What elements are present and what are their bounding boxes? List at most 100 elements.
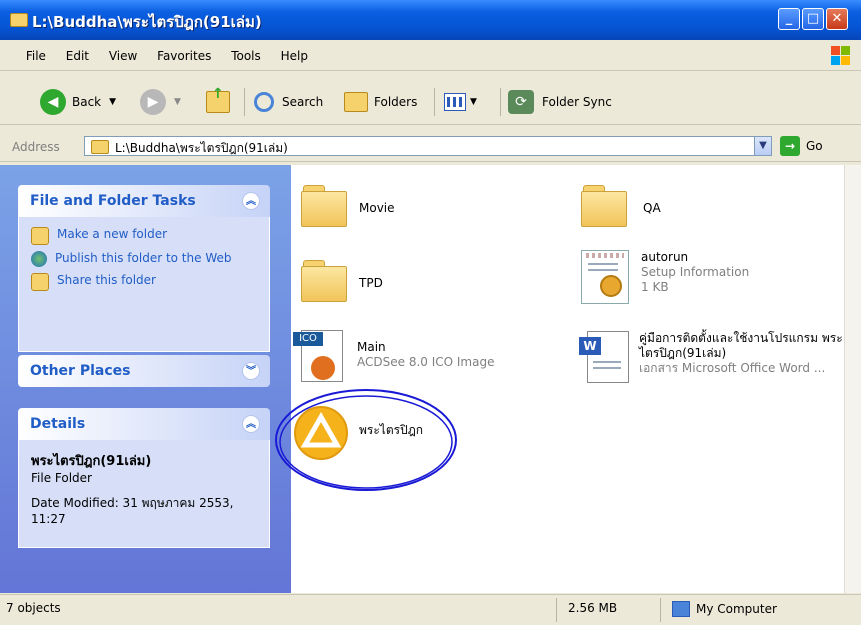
menu-bar: File Edit View Favorites Tools Help (0, 44, 861, 71)
details-date: Date Modified: 31 พฤษภาคม 2553, 11:27 (31, 496, 234, 526)
status-divider (556, 598, 557, 622)
file-name: QA (643, 201, 661, 215)
panel-body: Make a new folder Publish this folder to… (18, 217, 270, 352)
task-make-new-folder[interactable]: Make a new folder (31, 227, 257, 245)
panel-header[interactable]: Details ︽ (18, 408, 270, 440)
vertical-scrollbar[interactable] (844, 165, 861, 593)
folder-icon (301, 185, 351, 229)
file-name: คู่มือการติดตั้งและใช้งานโปรแกรม พระไตรป… (639, 331, 843, 360)
folder-icon (91, 140, 109, 154)
status-size: 2.56 MB (568, 601, 618, 615)
file-item-main[interactable]: ICO Main ACDSee 8.0 ICO Image (293, 330, 494, 382)
folders-label: Folders (374, 95, 418, 109)
go-label: Go (806, 139, 823, 153)
ico-image-icon: ICO (293, 330, 349, 382)
panel-body: พระไตรปิฎก(91เล่ม) File Folder Date Modi… (18, 440, 270, 548)
task-pane: File and Folder Tasks ︽ Make a new folde… (0, 165, 291, 593)
panel-title: Details (30, 416, 86, 432)
close-button[interactable]: ✕ (826, 8, 848, 30)
views-dropdown-icon: ▼ (470, 97, 477, 107)
status-object-count: 7 objects (6, 601, 61, 615)
menu-view[interactable]: View (101, 44, 145, 68)
toolbar-separator (500, 88, 501, 116)
file-name: Main (357, 340, 386, 354)
forward-dropdown-icon: ▼ (174, 97, 181, 107)
expand-chevron-icon[interactable]: ︾ (242, 362, 260, 380)
panel-title: Other Places (30, 363, 131, 379)
collapse-chevron-icon[interactable]: ︽ (242, 192, 260, 210)
views-icon (444, 93, 466, 111)
menu-file[interactable]: File (18, 44, 54, 68)
task-label: Share this folder (57, 273, 156, 287)
globe-icon (31, 251, 47, 267)
setup-information-icon (581, 250, 629, 304)
task-share-folder[interactable]: Share this folder (31, 273, 257, 291)
collapse-chevron-icon[interactable]: ︽ (242, 415, 260, 433)
annotation-circle (275, 389, 457, 491)
menu-edit[interactable]: Edit (58, 44, 97, 68)
file-meta: คู่มือการติดตั้งและใช้งานโปรแกรม พระไตรป… (639, 331, 849, 376)
folders-button[interactable]: Folders (344, 88, 417, 116)
toolbar-separator (434, 88, 435, 116)
new-folder-icon (31, 227, 49, 245)
ico-badge: ICO (293, 332, 323, 346)
file-name: TPD (359, 276, 383, 290)
back-dropdown-icon: ▼ (109, 97, 117, 107)
details-name: พระไตรปิฎก(91เล่ม) (31, 454, 152, 469)
address-input[interactable]: L:\Buddha\พระไตรปิฎก(91เล่ม) ▼ (84, 136, 772, 156)
file-item-autorun[interactable]: autorun Setup Information 1 KB (581, 250, 749, 304)
file-size: 1 KB (641, 280, 669, 294)
folder-icon (301, 260, 351, 304)
go-arrow-icon: → (780, 136, 800, 156)
address-dropdown-icon[interactable]: ▼ (754, 137, 771, 155)
details-type: File Folder (31, 471, 92, 485)
forward-button[interactable]: ▶ ▼ (140, 88, 181, 116)
menu-favorites[interactable]: Favorites (149, 44, 219, 68)
panel-header[interactable]: File and Folder Tasks ︽ (18, 185, 270, 217)
address-value: L:\Buddha\พระไตรปิฎก(91เล่ม) (115, 141, 288, 155)
back-button[interactable]: ◀ Back ▼ (40, 88, 116, 116)
file-meta: autorun Setup Information 1 KB (641, 250, 749, 295)
search-icon (254, 92, 274, 112)
go-button[interactable]: → Go (780, 136, 823, 156)
minimize-button[interactable]: _ (778, 8, 800, 30)
file-list[interactable]: Movie QA TPD autorun Setup Information 1… (275, 165, 844, 593)
up-folder-button[interactable]: ↑ (206, 86, 230, 116)
forward-arrow-icon: ▶ (140, 89, 166, 115)
folder-sync-label: Folder Sync (542, 95, 612, 109)
task-publish-folder[interactable]: Publish this folder to the Web (31, 251, 257, 267)
window-title: L:\Buddha\พระไตรปิฎก(91เล่ม) (32, 13, 262, 31)
file-type: Setup Information (641, 265, 750, 279)
views-button[interactable]: ▼ (444, 88, 477, 116)
other-places-panel: Other Places ︾ (18, 355, 270, 387)
status-divider (660, 598, 661, 622)
file-item-qa[interactable]: QA (581, 185, 661, 229)
file-name: autorun (641, 250, 689, 264)
task-label: Make a new folder (57, 227, 168, 241)
search-button[interactable]: Search (254, 88, 323, 116)
menu-tools[interactable]: Tools (223, 44, 269, 68)
back-arrow-icon: ◀ (40, 89, 66, 115)
file-type: ACDSee 8.0 ICO Image (357, 355, 495, 369)
file-item-tpd[interactable]: TPD (301, 260, 383, 304)
windows-logo-icon (831, 46, 851, 66)
details-panel: Details ︽ พระไตรปิฎก(91เล่ม) File Folder… (18, 408, 270, 548)
share-folder-icon (31, 273, 49, 291)
status-location-label: My Computer (696, 602, 777, 616)
my-computer-icon (672, 601, 690, 617)
file-item-movie[interactable]: Movie (301, 185, 395, 229)
explorer-window: L:\Buddha\พระไตรปิฎก(91เล่ม) _ □ ✕ File … (0, 0, 861, 625)
panel-header[interactable]: Other Places ︾ (18, 355, 270, 387)
folder-icon (581, 185, 631, 229)
maximize-button[interactable]: □ (802, 8, 824, 30)
file-type: เอกสาร Microsoft Office Word ... (639, 361, 826, 375)
title-bar[interactable]: L:\Buddha\พระไตรปิฎก(91เล่ม) _ □ ✕ (0, 0, 861, 40)
file-item-manual-doc[interactable]: W คู่มือการติดตั้งและใช้งานโปรแกรม พระไต… (579, 331, 849, 383)
file-name: Movie (359, 201, 395, 215)
panel-title: File and Folder Tasks (30, 193, 196, 209)
search-label: Search (282, 95, 324, 109)
sync-icon: ⟳ (508, 90, 534, 114)
folder-sync-button[interactable]: ⟳ Folder Sync (508, 88, 612, 116)
file-meta: Main ACDSee 8.0 ICO Image (357, 340, 494, 370)
menu-help[interactable]: Help (273, 44, 316, 68)
